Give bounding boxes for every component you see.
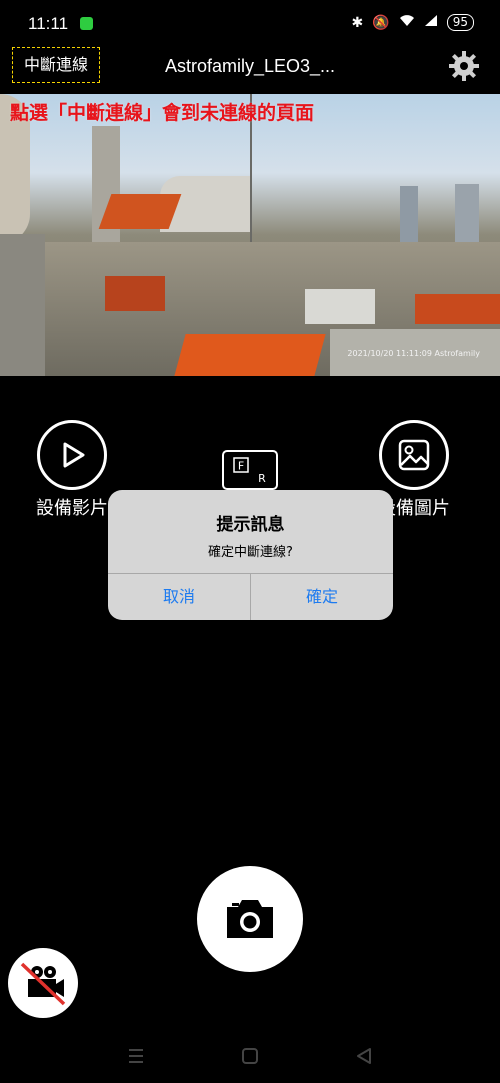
cancel-button[interactable]: 取消 bbox=[108, 574, 250, 620]
app-header: 中斷連線 Astrofamily_LEO3_... bbox=[0, 44, 500, 94]
battery-indicator: 95 bbox=[446, 14, 474, 31]
bluetooth-icon: ✱ bbox=[351, 14, 364, 31]
confirm-button[interactable]: 確定 bbox=[251, 574, 393, 620]
svg-text:F: F bbox=[238, 460, 244, 473]
screen: 11:11 ✱ 🔕 95 中斷連線 Astrofamily_LEO3_... 點… bbox=[0, 0, 500, 1083]
camera-preview: 點選「中斷連線」會到未連線的頁面 2021/10/20 11:11:09 Ast… bbox=[0, 94, 500, 376]
video-mode-toggle[interactable] bbox=[8, 948, 78, 1018]
back-nav-icon[interactable] bbox=[352, 1046, 376, 1066]
wifi-icon bbox=[399, 14, 415, 31]
video-camera-off-icon bbox=[20, 962, 66, 1006]
confirm-disconnect-dialog: 提示訊息 確定中斷連線? 取消 確定 bbox=[108, 490, 393, 620]
system-nav-bar bbox=[0, 1030, 500, 1083]
device-video-label: 設備影片 bbox=[36, 498, 108, 519]
status-icons: ✱ 🔕 95 bbox=[352, 14, 474, 31]
device-video-action[interactable]: 設備影片 bbox=[36, 420, 108, 520]
capture-photo-button[interactable] bbox=[197, 866, 303, 972]
camera-icon bbox=[227, 900, 273, 938]
home-nav-icon[interactable] bbox=[238, 1046, 262, 1066]
gallery-icon bbox=[379, 420, 449, 490]
play-icon bbox=[37, 420, 107, 490]
status-time: 11:11 bbox=[28, 14, 69, 33]
menu-nav-icon[interactable] bbox=[124, 1046, 148, 1066]
status-bar: 11:11 ✱ 🔕 95 bbox=[0, 0, 500, 44]
front-rear-switch-icon[interactable]: F R bbox=[222, 450, 278, 490]
vibrate-mute-icon: 🔕 bbox=[372, 14, 390, 31]
dialog-message: 確定中斷連線? bbox=[208, 545, 293, 560]
dialog-title: 提示訊息 bbox=[216, 515, 285, 535]
svg-text:R: R bbox=[258, 472, 266, 485]
settings-gear-icon[interactable] bbox=[448, 50, 480, 82]
camera-timestamp: 2021/10/20 11:11:09 Astrofamily bbox=[347, 349, 480, 358]
instruction-annotation: 點選「中斷連線」會到未連線的頁面 bbox=[10, 102, 315, 124]
cellular-icon bbox=[424, 14, 438, 31]
notification-app-icon bbox=[80, 17, 93, 30]
device-title: Astrofamily_LEO3_... bbox=[164, 56, 336, 76]
disconnect-button[interactable]: 中斷連線 bbox=[12, 47, 100, 83]
